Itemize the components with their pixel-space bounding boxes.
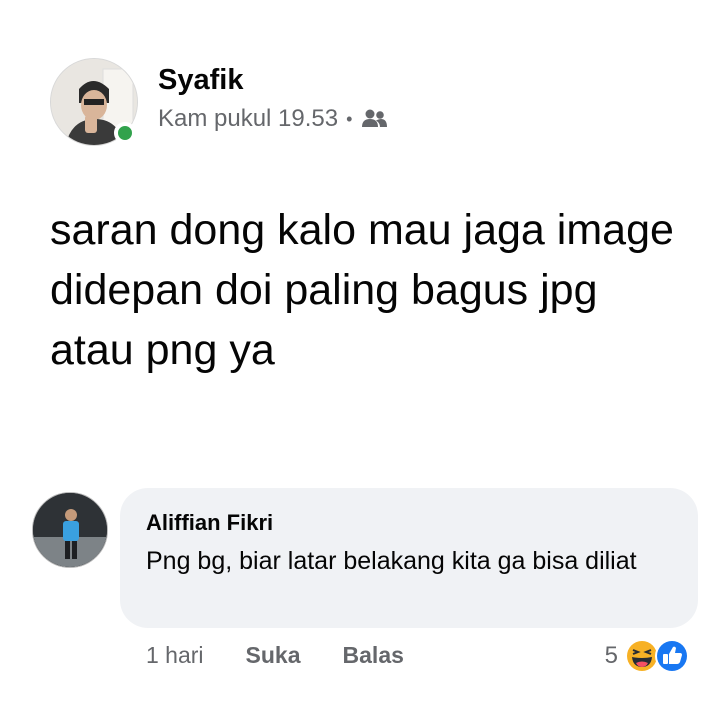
- comment-bubble: Aliffian Fikri Png bg, biar latar belaka…: [120, 488, 698, 628]
- post-author-name[interactable]: Syafik: [158, 62, 388, 98]
- separator-dot: •: [346, 109, 353, 129]
- post-timestamp[interactable]: Kam pukul 19.53: [158, 104, 338, 134]
- post-header: Syafik Kam pukul 19.53 •: [50, 58, 388, 146]
- comment-timestamp[interactable]: 1 hari: [146, 642, 204, 669]
- comment-actions: 1 hari Suka Balas: [146, 642, 404, 669]
- comment-text: Png bg, biar latar belakang kita ga bisa…: [146, 547, 637, 575]
- author-avatar[interactable]: [50, 58, 138, 146]
- comment-author-name[interactable]: Aliffian Fikri: [146, 508, 674, 538]
- online-status-dot: [114, 122, 136, 144]
- commenter-avatar[interactable]: [32, 492, 108, 568]
- comment: Aliffian Fikri Png bg, biar latar belaka…: [32, 488, 698, 628]
- reply-button[interactable]: Balas: [343, 642, 404, 669]
- friends-icon[interactable]: [360, 108, 388, 130]
- reaction-summary[interactable]: 5: [605, 638, 692, 674]
- like-icon: [655, 639, 689, 673]
- like-button[interactable]: Suka: [246, 642, 301, 669]
- post-text: saran dong kalo mau jaga image didepan d…: [50, 206, 674, 374]
- reaction-count: 5: [604, 642, 618, 669]
